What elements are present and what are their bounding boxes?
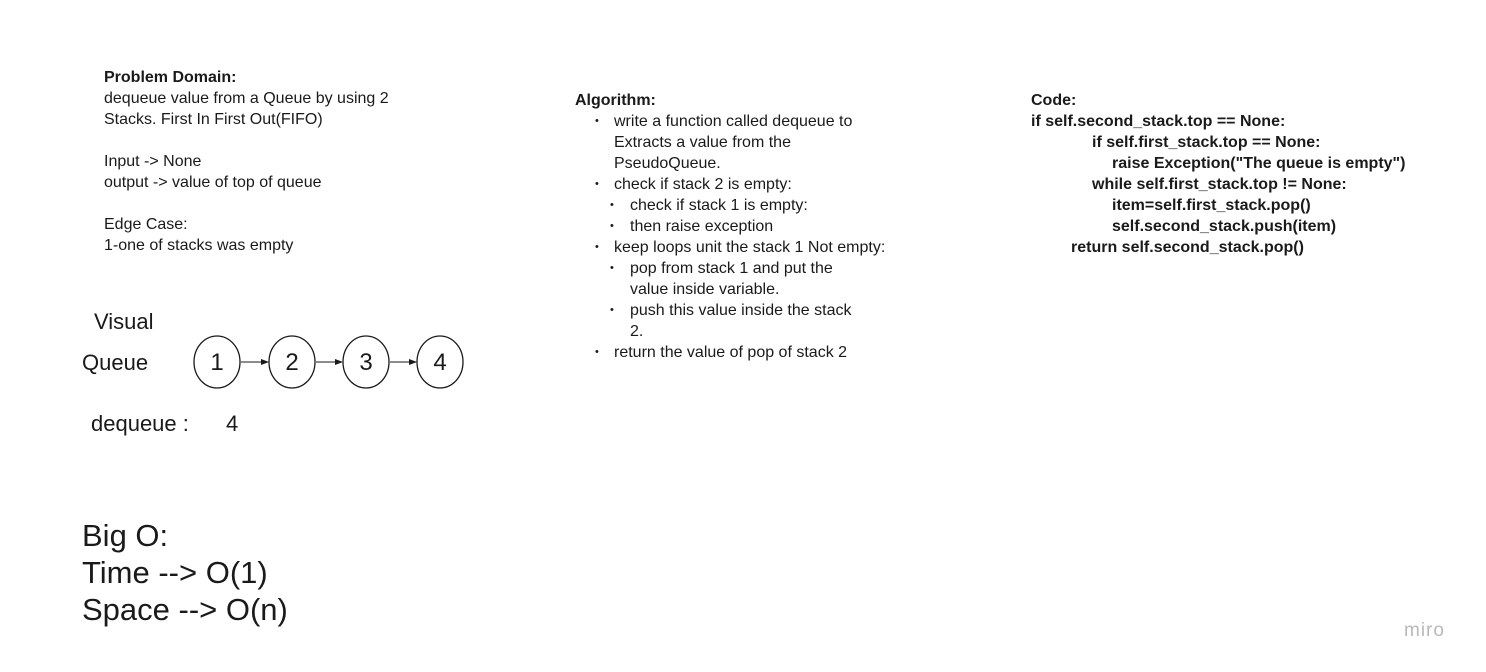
algorithm-step-2-substeps: check if stack 1 is empty: then raise ex…	[575, 195, 955, 237]
queue-node-2: 2	[268, 335, 316, 389]
time-complexity: Time --> O(1)	[82, 555, 268, 590]
queue-node-3: 3	[342, 335, 390, 389]
algorithm-step-3-substeps: pop from stack 1 and put the value insid…	[575, 258, 955, 342]
queue-node-4: 4	[416, 335, 464, 389]
code-line-4: while self.first_stack.top != None:	[1092, 176, 1347, 193]
problem-domain-heading: Problem Domain:	[104, 69, 237, 86]
queue-node-1-label: 1	[210, 349, 223, 376]
algorithm-step-4: return the value of pop of stack 2	[575, 342, 955, 363]
input-text: Input -> None	[104, 153, 202, 170]
edge-case-text: 1-one of stacks was empty	[104, 237, 294, 254]
algorithm-substep-3-1: pop from stack 1 and put the value insid…	[575, 258, 955, 300]
algorithm-section: Algorithm: write a function called deque…	[575, 90, 955, 363]
edge-case-heading: Edge Case:	[104, 216, 188, 233]
algorithm-step-3: keep loops unit the stack 1 Not empty:	[575, 237, 955, 258]
algorithm-substep-2-1: check if stack 1 is empty:	[575, 195, 955, 216]
code-line-1: if self.second_stack.top == None:	[1031, 113, 1286, 130]
code-heading: Code:	[1031, 92, 1077, 109]
queue-node-3-label: 3	[359, 349, 372, 376]
code-line-3: raise Exception("The queue is empty")	[1112, 155, 1406, 172]
algorithm-step-2: check if stack 2 is empty:	[575, 174, 955, 195]
code-line-7: return self.second_stack.pop()	[1071, 239, 1304, 256]
big-o-section: Big O: Time --> O(1) Space --> O(n)	[82, 517, 288, 628]
miro-watermark: miro	[1404, 620, 1445, 641]
problem-domain-section: Problem Domain: dequeue value from a Que…	[104, 67, 484, 256]
dequeue-label: dequeue :	[91, 411, 189, 436]
queue-node-2-label: 2	[285, 349, 298, 376]
queue-diagram: 1 2 3 4	[193, 335, 464, 389]
algorithm-substep-3-2: push this value inside the stack 2.	[575, 300, 955, 342]
algorithm-substep-2-2: then raise exception	[575, 216, 955, 237]
code-line-5: item=self.first_stack.pop()	[1112, 197, 1311, 214]
dequeue-value: 4	[226, 411, 239, 436]
space-complexity: Space --> O(n)	[82, 592, 288, 627]
queue-node-4-label: 4	[433, 349, 446, 376]
code-section: Code: if self.second_stack.top == None: …	[1031, 90, 1471, 258]
code-line-6: self.second_stack.push(item)	[1112, 218, 1337, 235]
problem-description-line-2: Stacks. First In First Out(FIFO)	[104, 111, 323, 128]
algorithm-step-1: write a function called dequeue to Extra…	[575, 111, 955, 174]
algorithm-heading: Algorithm:	[575, 92, 656, 109]
visual-title: Visual	[94, 309, 154, 334]
queue-label: Queue	[82, 350, 149, 375]
algorithm-steps: write a function called dequeue to Extra…	[575, 111, 955, 363]
queue-node-1: 1	[193, 335, 241, 389]
output-text: output -> value of top of queue	[104, 174, 322, 191]
code-line-2: if self.first_stack.top == None:	[1092, 134, 1321, 151]
big-o-heading: Big O:	[82, 518, 169, 553]
problem-description-line-1: dequeue value from a Queue by using 2	[104, 90, 389, 107]
